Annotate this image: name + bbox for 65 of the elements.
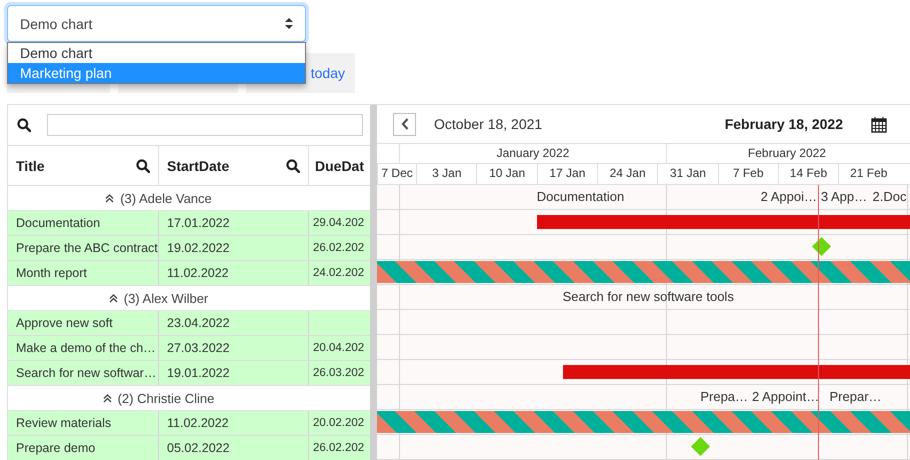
table-cell: 11.02.2022	[167, 266, 229, 280]
group-summary-label: 2 Appoint…	[752, 389, 820, 404]
month-header: February 2022	[666, 144, 907, 163]
table-cell: 24.02.202	[313, 267, 364, 279]
table-cell: Prepare demo	[16, 441, 96, 455]
month-header: January 2022	[399, 144, 666, 163]
table-cell: Month report	[16, 266, 87, 280]
week-header: 7 Dec	[377, 164, 416, 184]
table-cell: 05.02.2022	[167, 441, 230, 455]
chart-select[interactable]: Demo chart	[7, 5, 306, 42]
collapse-chevron-icon[interactable]	[105, 194, 114, 202]
group-summary-label: Prepar…	[830, 389, 882, 404]
table-cell: Documentation	[16, 216, 100, 230]
table-cell: Prepare the ABC contract	[16, 241, 158, 255]
group-label: (3) Alex Wilber	[124, 290, 208, 306]
calendar-icon[interactable]	[871, 116, 887, 132]
table-cell: 19.01.2022	[167, 366, 230, 380]
table-cell: Make a demo of the ch…	[16, 341, 156, 355]
column-header[interactable]: DueDat	[309, 146, 370, 185]
table-cell: 20.02.202	[313, 417, 364, 429]
group-label: (2) Christie Cline	[118, 390, 214, 406]
week-header: 7 Feb	[718, 164, 778, 184]
table-cell: Review materials	[16, 416, 112, 430]
table-cell: 26.02.202	[313, 242, 364, 254]
table-cell: 19.02.2022	[167, 241, 230, 255]
week-header: 10 Jan	[476, 164, 537, 184]
previous-button[interactable]	[393, 112, 416, 136]
milestone-diamond[interactable]	[812, 237, 831, 256]
table-cell: Approve new soft	[16, 316, 113, 330]
table-cell: 26.03.202	[313, 367, 364, 379]
table-cell: 11.02.2022	[167, 416, 229, 430]
week-header: 14 Feb	[778, 164, 838, 184]
milestone-diamond[interactable]	[691, 437, 710, 456]
week-header: 31 Jan	[657, 164, 718, 184]
group-summary-label: Documentation	[536, 189, 624, 204]
table-cell: Search for new softwar…	[16, 366, 156, 380]
chevron-left-icon	[400, 118, 408, 130]
group-summary-label: Prepa…	[700, 389, 748, 404]
week-header: 17 Jan	[536, 164, 598, 184]
sort-arrows-icon	[285, 18, 293, 29]
week-header: 24 Jan	[597, 164, 658, 184]
collapse-chevron-icon[interactable]	[102, 394, 112, 402]
group-summary-label: 3 App…	[820, 189, 868, 204]
search-icon[interactable]	[136, 158, 150, 172]
group-summary-label: Search for new software tools	[562, 289, 734, 304]
table-cell: 27.03.2022	[167, 341, 230, 355]
column-header[interactable]: StartDate	[159, 146, 309, 185]
column-header[interactable]: Title	[8, 146, 159, 185]
group-summary-label: 2.Doc	[872, 189, 907, 204]
table-cell: 23.04.2022	[167, 316, 230, 330]
table-cell: 20.04.202	[313, 342, 364, 354]
group-summary-label: 2 Appoi…	[760, 189, 817, 204]
week-header: 3 Jan	[416, 164, 476, 184]
search-icon	[17, 118, 31, 132]
week-header: 21 Feb	[838, 164, 898, 184]
search-field[interactable]	[47, 114, 363, 136]
range-start-date: October 18, 2021	[434, 116, 542, 132]
search-icon[interactable]	[286, 158, 300, 172]
dropdown-option[interactable]: Demo chart	[8, 43, 305, 63]
group-label: (3) Adele Vance	[120, 190, 212, 206]
range-end-date: February 18, 2022	[724, 116, 843, 132]
table-cell: 17.01.2022	[167, 216, 230, 230]
collapse-chevron-icon[interactable]	[108, 294, 118, 302]
table-cell: 26.02.202	[313, 442, 364, 454]
table-cell: 29.04.202	[313, 217, 364, 229]
